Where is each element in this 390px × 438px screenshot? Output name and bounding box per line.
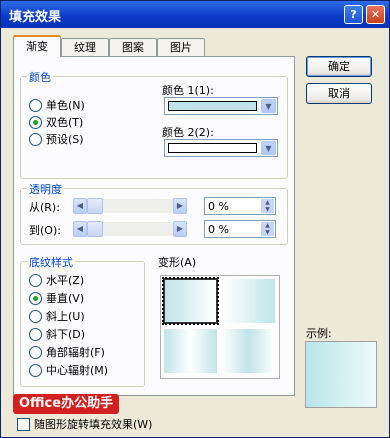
spin-up-icon[interactable]: ▲ [261, 222, 274, 229]
radio-diagonal-up-label: 斜上(U) [46, 310, 85, 323]
tab-gradient[interactable]: 渐变 [13, 35, 61, 57]
shading-styles-legend: 底纹样式 [27, 254, 75, 270]
color2-dropdown[interactable]: ▼ [164, 139, 278, 157]
radio-vertical[interactable]: 垂直(V) [29, 290, 84, 306]
radio-preset-circle[interactable] [29, 132, 42, 146]
spin-up-icon[interactable]: ▲ [261, 199, 274, 206]
radio-vertical-circle[interactable] [29, 291, 42, 305]
from-percent-value[interactable]: 0 % [208, 200, 229, 213]
chevron-right-icon[interactable]: ▶ [173, 221, 187, 237]
variants-label: 变形(A) [158, 256, 197, 269]
radio-from-corner-circle[interactable] [29, 345, 42, 359]
to-slider-thumb[interactable] [87, 221, 103, 237]
to-slider[interactable]: ◀ ▶ [73, 221, 187, 238]
color1-dropdown[interactable]: ▼ [164, 97, 278, 115]
radio-from-center-circle[interactable] [29, 363, 42, 377]
radio-diagonal-down-circle[interactable] [29, 327, 42, 341]
radio-diagonal-down[interactable]: 斜下(D) [29, 326, 85, 342]
chevron-down-icon[interactable]: ▼ [261, 141, 276, 155]
radio-one-color[interactable]: 单色(N) [29, 97, 85, 113]
to-percent-value[interactable]: 0 % [208, 223, 229, 236]
radio-two-colors-circle[interactable] [29, 115, 42, 129]
from-percent-spinner[interactable]: 0 % ▲ ▼ [204, 197, 276, 215]
radio-from-center[interactable]: 中心辐射(M) [29, 362, 108, 378]
sample-preview [305, 341, 377, 408]
color2-swatch [168, 143, 257, 153]
dialog-title: 填充效果 [9, 10, 62, 25]
radio-preset-label: 预设(S) [46, 133, 84, 146]
to-label: 到(O): [29, 224, 61, 237]
rotate-with-shape-checkbox[interactable] [17, 417, 30, 431]
spin-down-icon[interactable]: ▼ [261, 206, 274, 213]
chevron-left-icon[interactable]: ◀ [73, 198, 87, 214]
close-button[interactable]: ✕ [366, 5, 385, 24]
radio-from-corner[interactable]: 角部辐射(F) [29, 344, 105, 360]
radio-from-corner-label: 角部辐射(F) [46, 346, 105, 359]
fill-effects-dialog: 填充效果 ? ✕ 渐变 纹理 图案 图片 颜色 单色(N) 双色(T) 预设(S… [0, 0, 390, 438]
color1-swatch [168, 101, 257, 111]
radio-diagonal-up[interactable]: 斜上(U) [29, 308, 85, 324]
sample-label: 示例: [306, 327, 332, 340]
radio-diagonal-up-circle[interactable] [29, 309, 42, 323]
tab-pattern[interactable]: 图案 [109, 38, 157, 56]
radio-two-colors[interactable]: 双色(T) [29, 114, 83, 130]
to-percent-spinner[interactable]: 0 % ▲ ▼ [204, 220, 276, 238]
watermark-badge: Office办公助手 [13, 394, 120, 414]
variant-3[interactable] [163, 328, 218, 374]
radio-one-color-label: 单色(N) [46, 99, 85, 112]
radio-diagonal-down-label: 斜下(D) [46, 328, 86, 341]
radio-horizontal[interactable]: 水平(Z) [29, 272, 84, 288]
color2-label: 颜色 2(2): [162, 126, 214, 139]
rotate-with-shape-row[interactable]: 随图形旋转填充效果(W) [17, 416, 152, 432]
color1-label: 颜色 1(1): [162, 84, 214, 97]
radio-horizontal-label: 水平(Z) [46, 274, 85, 287]
from-slider-thumb[interactable] [87, 198, 103, 214]
radio-from-center-label: 中心辐射(M) [46, 364, 109, 377]
help-button[interactable]: ? [344, 5, 363, 24]
variants-grid [160, 275, 280, 379]
tab-texture[interactable]: 纹理 [61, 38, 109, 56]
from-label: 从(R): [29, 201, 60, 214]
from-slider[interactable]: ◀ ▶ [73, 198, 187, 215]
gradient-tab-panel: 颜色 单色(N) 双色(T) 预设(S) 颜色 1(1): ▼ 颜色 2(2): [13, 56, 295, 396]
spin-down-icon[interactable]: ▼ [261, 229, 274, 236]
chevron-left-icon[interactable]: ◀ [73, 221, 87, 237]
transparency-legend: 透明度 [27, 181, 64, 197]
tab-picture[interactable]: 图片 [157, 38, 205, 56]
radio-preset[interactable]: 预设(S) [29, 131, 84, 147]
colors-group: 颜色 单色(N) 双色(T) 预设(S) 颜色 1(1): ▼ 颜色 2(2): [20, 69, 288, 179]
radio-two-colors-label: 双色(T) [46, 116, 84, 129]
chevron-right-icon[interactable]: ▶ [173, 198, 187, 214]
transparency-group: 透明度 从(R): ◀ ▶ 0 % ▲ ▼ 到(O): ◀ ▶ 0 % ▲ ▼ [20, 181, 288, 245]
radio-horizontal-circle[interactable] [29, 273, 42, 287]
variant-1[interactable] [162, 277, 219, 325]
variant-2[interactable] [221, 278, 276, 324]
radio-one-color-circle[interactable] [29, 98, 42, 112]
shading-styles-group: 底纹样式 水平(Z) 垂直(V) 斜上(U) 斜下(D) 角部辐射(F) 中心辐… [20, 254, 145, 387]
ok-button[interactable]: 确定 [306, 56, 372, 77]
variant-4[interactable] [221, 328, 276, 374]
title-bar[interactable]: 填充效果 ? ✕ [1, 1, 389, 28]
cancel-button[interactable]: 取消 [306, 83, 372, 104]
rotate-with-shape-label: 随图形旋转填充效果(W) [34, 418, 153, 431]
chevron-down-icon[interactable]: ▼ [261, 99, 276, 113]
radio-vertical-label: 垂直(V) [46, 292, 85, 305]
colors-legend: 颜色 [27, 69, 53, 85]
